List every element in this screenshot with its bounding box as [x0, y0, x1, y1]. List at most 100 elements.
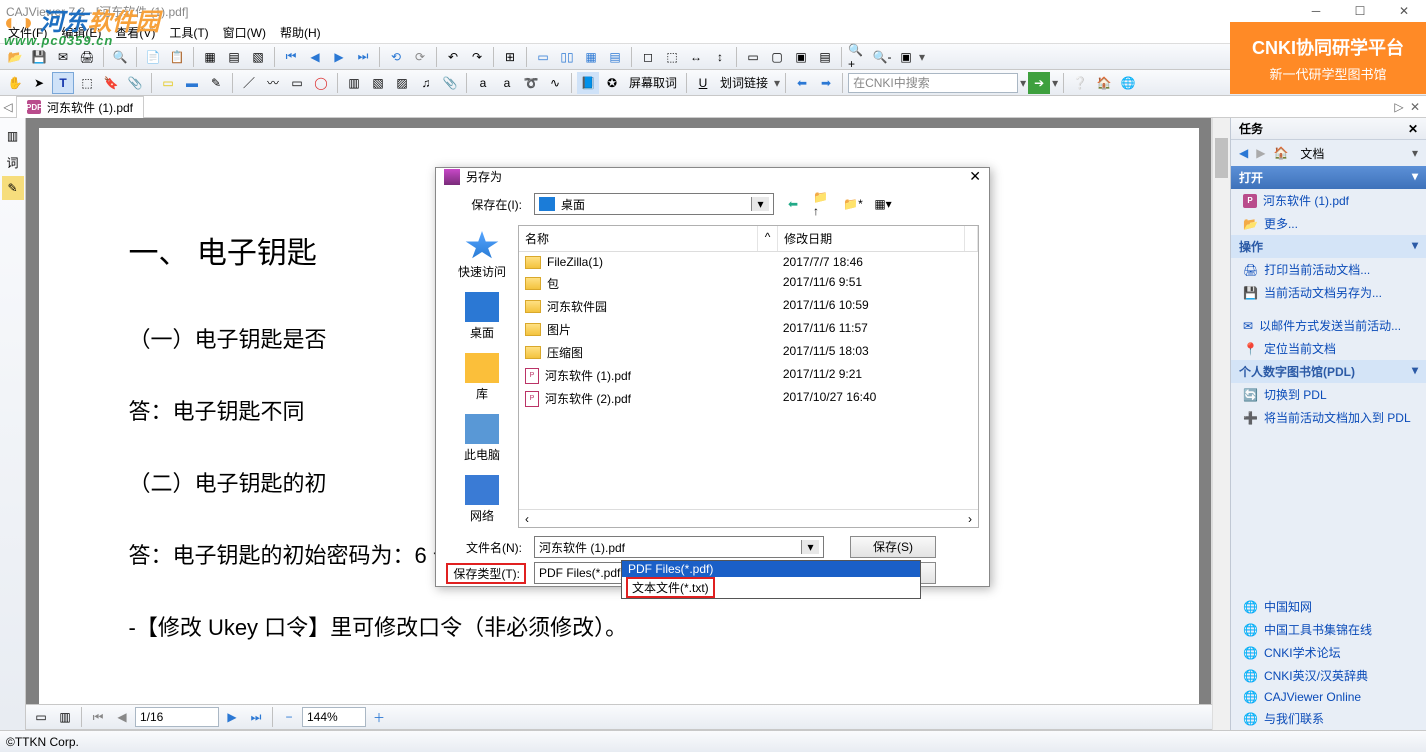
next-page-icon[interactable]: ▶ — [221, 706, 243, 728]
cross-link-label[interactable]: 划词链接 — [716, 74, 772, 91]
target-icon[interactable]: ✪ — [601, 72, 623, 94]
task-close-icon[interactable]: ✕ — [1408, 122, 1418, 136]
file-row[interactable]: 压缩图2017/11/5 18:03 — [519, 341, 978, 364]
home-icon[interactable]: 🏠 — [1093, 72, 1115, 94]
link-2-icon[interactable]: a — [496, 72, 518, 94]
task-link[interactable]: 🌐中国知网 — [1231, 595, 1426, 618]
doc-mode-2-icon[interactable]: ▤ — [223, 46, 245, 68]
ocr-2-icon[interactable]: 📎 — [124, 72, 146, 94]
back-icon[interactable]: ⟲ — [385, 46, 407, 68]
doc-mode-3-icon[interactable]: ▧ — [247, 46, 269, 68]
image-select-icon[interactable]: ⬚ — [76, 72, 98, 94]
task-item-saveas[interactable]: 💾当前活动文档另存为... — [1231, 281, 1426, 304]
tab-nav-left[interactable]: ◁ — [0, 100, 16, 114]
task-section-ops[interactable]: 操作▾ — [1231, 235, 1426, 258]
task-section-pdl[interactable]: 个人数字图书馆(PDL)▾ — [1231, 360, 1426, 383]
task-link[interactable]: 🌐与我们联系 — [1231, 707, 1426, 730]
dict-icon[interactable]: 📘 — [577, 72, 599, 94]
tool-b-icon[interactable]: ▧ — [367, 72, 389, 94]
zoom-height-icon[interactable]: ↕ — [709, 46, 731, 68]
shape-rect-icon[interactable]: ▭ — [286, 72, 308, 94]
layout-2-icon[interactable]: ▯▯ — [556, 46, 578, 68]
prev-page-icon[interactable]: ◀ — [111, 706, 133, 728]
filetype-dropdown[interactable]: PDF Files(*.pdf) 文本文件(*.txt) — [621, 560, 921, 599]
task-link[interactable]: 🌐CAJViewer Online — [1231, 687, 1426, 707]
task-link[interactable]: 🌐中国工具书集锦在线 — [1231, 618, 1426, 641]
highlight-blue-icon[interactable]: ▬ — [181, 72, 203, 94]
help-icon[interactable]: ❔ — [1069, 72, 1091, 94]
next-page-icon[interactable]: ▶ — [328, 46, 350, 68]
filetype-option-pdf[interactable]: PDF Files(*.pdf) — [622, 561, 920, 577]
search-file-icon[interactable]: 🔍 — [109, 46, 131, 68]
place-desktop[interactable]: 桌面 — [452, 288, 512, 345]
highlight-yellow-icon[interactable]: ▭ — [157, 72, 179, 94]
file-row[interactable]: FileZilla(1)2017/7/7 18:46 — [519, 252, 978, 272]
first-page-icon[interactable]: ⏮ — [87, 706, 109, 728]
dialog-close-button[interactable]: ✕ — [969, 168, 981, 185]
go-button[interactable]: ➔ — [1028, 72, 1050, 94]
file-list[interactable]: 名称 ^ 修改日期 FileZilla(1)2017/7/7 18:46包201… — [518, 225, 979, 528]
file-row[interactable]: 河东软件园2017/11/6 10:59 — [519, 295, 978, 318]
tool-c-icon[interactable]: ▨ — [391, 72, 413, 94]
tab-close-icon[interactable]: ✕ — [1408, 100, 1422, 114]
new-folder-icon[interactable]: 📁* — [842, 193, 864, 215]
annotate-1-icon[interactable]: ▭ — [742, 46, 764, 68]
vertical-scrollbar[interactable] — [1212, 118, 1230, 730]
shape-ellipse-icon[interactable]: ◯ — [310, 72, 332, 94]
open-icon[interactable]: 📂 — [4, 46, 26, 68]
task-item-open-doc[interactable]: P河东软件 (1).pdf — [1231, 189, 1426, 212]
copy-icon[interactable]: 📄 — [142, 46, 164, 68]
task-item-mail[interactable]: ✉以邮件方式发送当前活动... — [1231, 314, 1426, 337]
task-fwd-icon[interactable]: ▶ — [1256, 146, 1265, 160]
menu-edit[interactable]: 编辑(E) — [61, 24, 101, 41]
task-item-print[interactable]: 🖨打印当前活动文档... — [1231, 258, 1426, 281]
file-row[interactable]: 图片2017/11/6 11:57 — [519, 318, 978, 341]
first-page-icon[interactable]: ⏮ — [280, 46, 302, 68]
filename-input[interactable]: 河东软件 (1).pdf▾ — [534, 536, 824, 558]
zoom-in-icon[interactable]: ＋ — [368, 706, 390, 728]
task-back-icon[interactable]: ◀ — [1239, 146, 1248, 160]
minimize-button[interactable]: ─ — [1294, 0, 1338, 22]
shape-curve-icon[interactable]: 〰 — [262, 72, 284, 94]
zoom-input[interactable]: 144% — [302, 707, 366, 727]
filetype-option-txt[interactable]: 文本文件(*.txt) — [622, 577, 920, 598]
task-item-pdl-switch[interactable]: 🔄切换到 PDL — [1231, 383, 1426, 406]
print-icon[interactable]: 🖨 — [76, 46, 98, 68]
back-icon[interactable]: ⬅ — [782, 193, 804, 215]
file-row[interactable]: P河东软件 (1).pdf2017/11/2 9:21 — [519, 364, 978, 387]
document-tab[interactable]: PDF 河东软件 (1).pdf — [16, 96, 144, 118]
v-tool-2-icon[interactable]: 词 — [2, 150, 24, 174]
zoom-marquee-icon[interactable]: ▣ — [895, 46, 917, 68]
file-row[interactable]: P河东软件 (2).pdf2017/10/27 16:40 — [519, 387, 978, 410]
zoom-actual-icon[interactable]: ◻ — [637, 46, 659, 68]
up-folder-icon[interactable]: 📁↑ — [812, 193, 834, 215]
pointer-icon[interactable]: ➤ — [28, 72, 50, 94]
ocr-1-icon[interactable]: 🔖 — [100, 72, 122, 94]
layout-4-icon[interactable]: ▤ — [604, 46, 626, 68]
zoom-width-icon[interactable]: ↔ — [685, 46, 707, 68]
bookmark-2-icon[interactable]: ▥ — [54, 706, 76, 728]
v-tool-1-icon[interactable]: ▥ — [2, 124, 24, 148]
place-network[interactable]: 网络 — [452, 471, 512, 528]
paste-icon[interactable]: 📋 — [166, 46, 188, 68]
close-button[interactable]: ✕ — [1382, 0, 1426, 22]
screen-extract-label[interactable]: 屏幕取词 — [625, 74, 681, 91]
task-link[interactable]: 🌐CNKI英汉/汉英辞典 — [1231, 664, 1426, 687]
layout-3-icon[interactable]: ▦ — [580, 46, 602, 68]
annotate-4-icon[interactable]: ▤ — [814, 46, 836, 68]
mail-icon[interactable]: ✉ — [52, 46, 74, 68]
task-item-pdl-add[interactable]: ➕将当前活动文档加入到 PDL — [1231, 406, 1426, 429]
column-date[interactable]: 修改日期 — [778, 226, 965, 251]
view-menu-icon[interactable]: ▦▾ — [872, 193, 894, 215]
scrollbar-thumb[interactable] — [1215, 138, 1228, 178]
tool-a-icon[interactable]: ▥ — [343, 72, 365, 94]
tool-e-icon[interactable]: 📎 — [439, 72, 461, 94]
shape-line-icon[interactable]: ／ — [238, 72, 260, 94]
task-item-more[interactable]: 📂更多... — [1231, 212, 1426, 235]
prev-page-icon[interactable]: ◀ — [304, 46, 326, 68]
task-section-open[interactable]: 打开▾ — [1231, 166, 1426, 189]
zoom-out-icon[interactable]: − — [278, 706, 300, 728]
text-select-icon[interactable]: T — [52, 72, 74, 94]
cnki-banner[interactable]: CNKI协同研学平台 新一代研学型图书馆 — [1230, 22, 1426, 94]
save-in-combobox[interactable]: 桌面 ▾ — [534, 193, 774, 215]
